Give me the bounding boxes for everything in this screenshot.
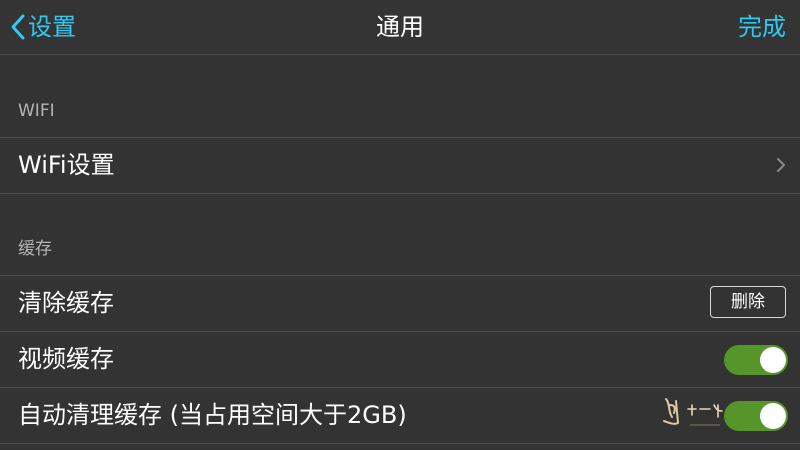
- video-cache-label: 视频缓存: [18, 345, 114, 373]
- video-cache-row: 视频缓存: [0, 332, 800, 387]
- section-header-cache: 缓存: [18, 239, 52, 259]
- video-cache-toggle[interactable]: [724, 345, 788, 375]
- delete-cache-button[interactable]: 删除: [710, 286, 786, 318]
- section-header-wifi: WIFI: [18, 101, 55, 121]
- clear-cache-label: 清除缓存: [18, 289, 114, 317]
- toggle-knob: [760, 403, 786, 429]
- clear-cache-row: 清除缓存 删除: [0, 276, 800, 331]
- wifi-settings-row[interactable]: WiFi设置: [0, 138, 800, 193]
- toggle-knob: [760, 347, 786, 373]
- auto-clean-cache-label: 自动清理缓存 (当占用空间大于2GB): [18, 401, 407, 429]
- wifi-settings-label: WiFi设置: [18, 151, 115, 179]
- chevron-right-icon: [776, 157, 786, 177]
- divider: [0, 193, 800, 194]
- page-title: 通用: [376, 13, 424, 41]
- divider: [0, 443, 800, 444]
- navigation-bar: 设置 通用 完成: [0, 0, 800, 55]
- done-button[interactable]: 完成: [738, 9, 786, 45]
- watermark-logo: [660, 393, 740, 433]
